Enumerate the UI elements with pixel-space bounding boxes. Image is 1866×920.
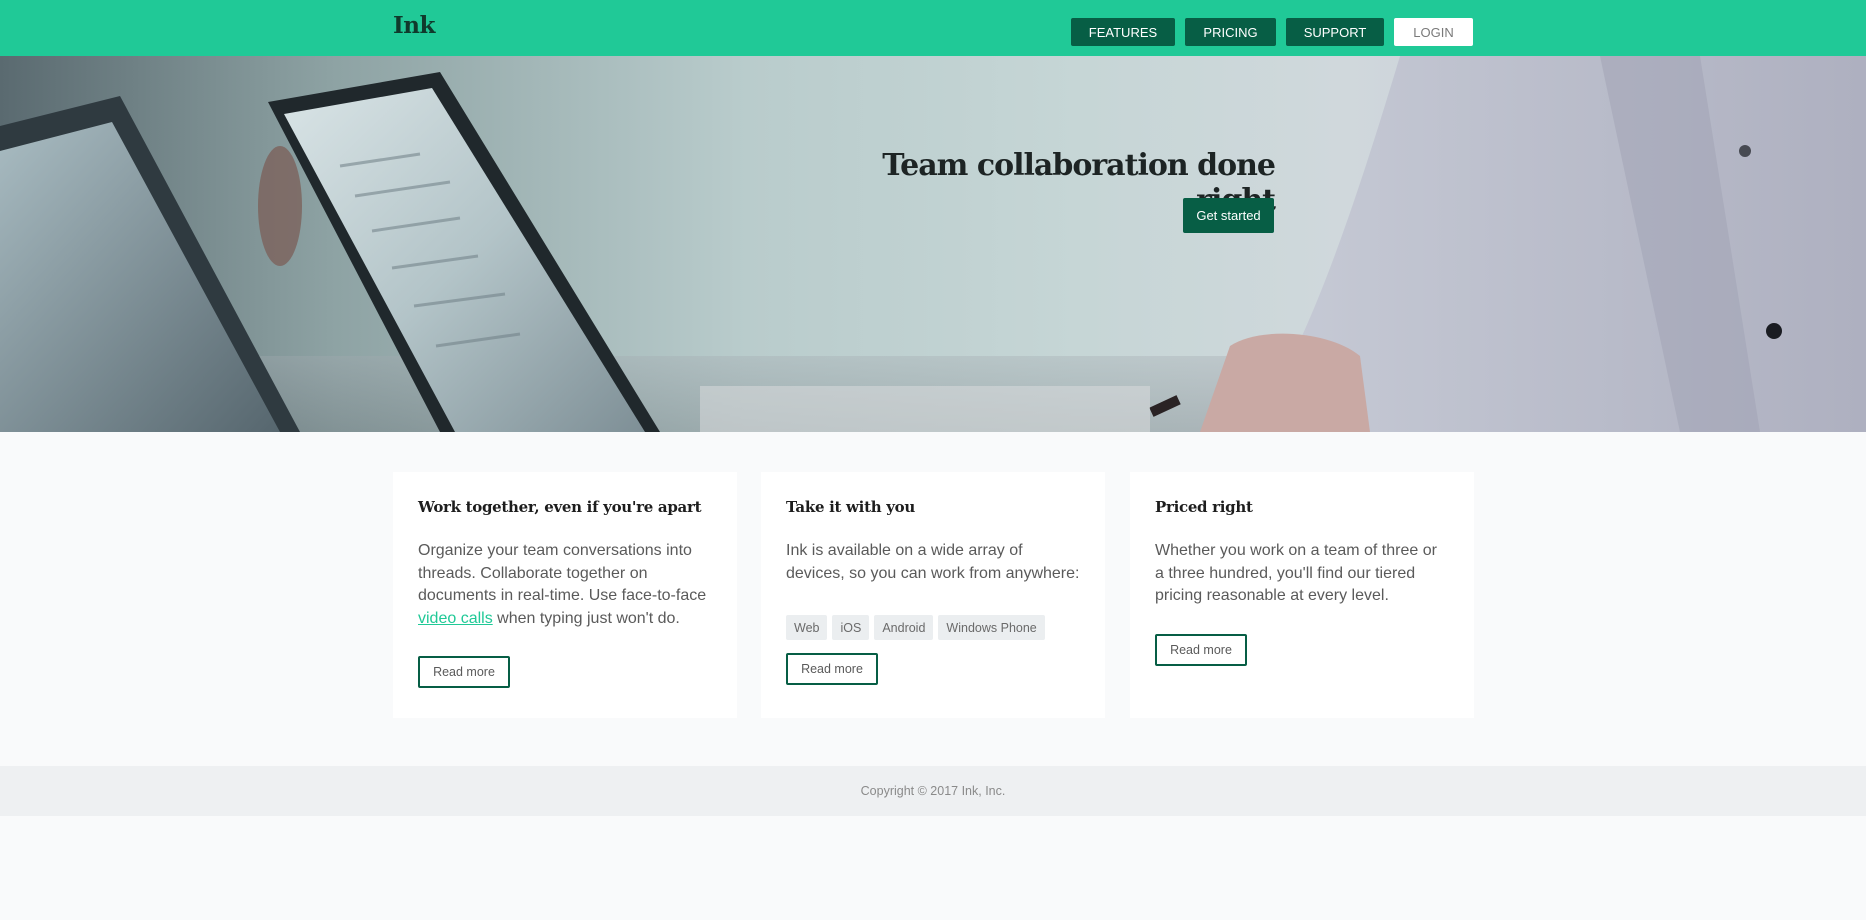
tag-web: Web xyxy=(786,615,828,640)
tag-windows-phone: Windows Phone xyxy=(938,615,1045,640)
tag-android: Android xyxy=(874,615,934,640)
hero-section: Team collaboration done right Get starte… xyxy=(0,56,1866,432)
read-more-button[interactable]: Read more xyxy=(786,653,878,685)
nav-features-button[interactable]: FEATURES xyxy=(1071,18,1175,46)
read-more-button[interactable]: Read more xyxy=(1155,633,1247,666)
card-description: Whether you work on a team of three or a… xyxy=(1155,542,1437,604)
card-text-part: Organize your team conversations into th… xyxy=(418,542,707,604)
tag-ios: iOS xyxy=(832,615,870,640)
card-description: Ink is available on a wide array of devi… xyxy=(786,542,1080,582)
get-started-button[interactable]: Get started xyxy=(1183,198,1274,233)
card-title: Priced right xyxy=(1155,498,1253,516)
nav-support-button[interactable]: SUPPORT xyxy=(1286,18,1384,46)
footer: Copyright © 2017 Ink, Inc. xyxy=(0,766,1866,816)
feature-card-work-together: Work together, even if you're apart Orga… xyxy=(393,472,737,718)
hero-background-image xyxy=(0,56,1866,432)
video-calls-link[interactable]: video calls xyxy=(418,610,493,627)
copyright-text: Copyright © 2017 Ink, Inc. xyxy=(860,784,1006,798)
nav-pricing-button[interactable]: PRICING xyxy=(1185,18,1276,46)
feature-card-priced-right: Priced right Whether you work on a team … xyxy=(1130,472,1474,718)
card-title: Take it with you xyxy=(786,498,915,516)
feature-card-take-it-with-you: Take it with you Ink is available on a w… xyxy=(761,472,1105,718)
card-title: Work together, even if you're apart xyxy=(418,498,702,516)
top-navbar: Ink FEATURES PRICING SUPPORT LOGIN xyxy=(0,0,1866,56)
nav-login-button[interactable]: LOGIN xyxy=(1394,18,1473,46)
card-text-part: when typing just won't do. xyxy=(492,609,680,627)
card-description: Organize your team conversations into th… xyxy=(418,540,712,630)
logo[interactable]: Ink xyxy=(393,12,435,39)
read-more-button[interactable]: Read more xyxy=(418,656,510,688)
platform-tags: Web iOS Android Windows Phone xyxy=(786,615,1080,640)
